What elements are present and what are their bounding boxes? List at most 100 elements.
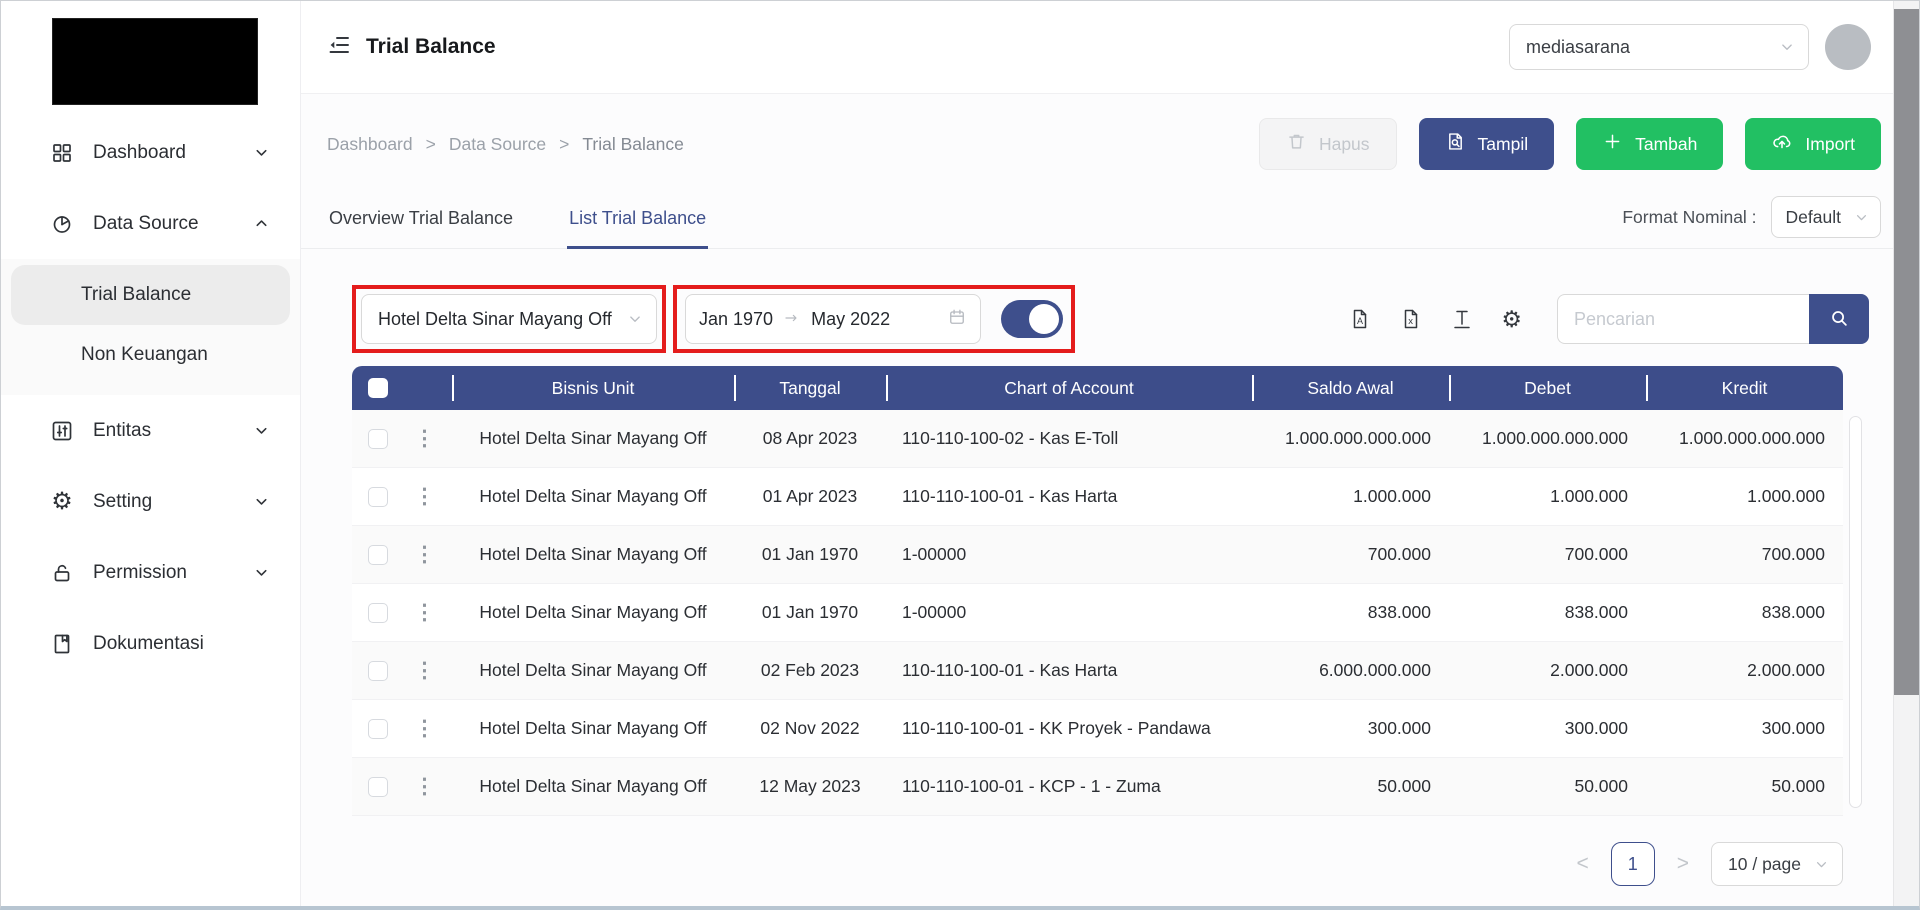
file-search-icon: [1445, 131, 1466, 157]
chevron-down-icon: [1813, 856, 1830, 873]
table-row: ⋮ Hotel Delta Sinar Mayang Off 08 Apr 20…: [352, 410, 1843, 468]
cell-tanggal: 01 Jan 1970: [761, 544, 859, 564]
pie-chart-icon: [49, 212, 75, 236]
sidebar-item-label: Entitas: [93, 419, 152, 441]
column-header-kredit: Kredit: [1646, 366, 1843, 410]
sidebar-item-non-keuangan[interactable]: Non Keuangan: [1, 325, 300, 385]
table-tools: A x ⚙: [1348, 294, 1869, 344]
cell-kredit: 50.000: [1771, 776, 1825, 796]
unlock-icon: [49, 561, 75, 585]
menu-fold-icon[interactable]: [327, 33, 351, 62]
sidebar-item-data-source[interactable]: Data Source: [1, 188, 300, 259]
trash-icon: [1286, 131, 1307, 157]
table-row: ⋮ Hotel Delta Sinar Mayang Off 02 Nov 20…: [352, 700, 1843, 758]
cell-chart-of-account: 110-110-100-01 - KCP - 1 - Zuma: [902, 776, 1161, 796]
row-menu-kebab-icon[interactable]: ⋮: [414, 426, 435, 451]
breadcrumb-dashboard[interactable]: Dashboard: [327, 134, 413, 155]
format-nominal-value: Default: [1785, 206, 1841, 227]
row-menu-kebab-icon[interactable]: ⋮: [414, 658, 435, 683]
sidebar-item-label: Trial Balance: [81, 284, 192, 305]
prev-page-arrow[interactable]: <: [1576, 852, 1588, 876]
sidebar-item-dokumentasi[interactable]: Dokumentasi: [1, 608, 300, 679]
chevron-up-icon: [253, 215, 270, 232]
cell-chart-of-account: 110-110-100-01 - Kas Harta: [902, 486, 1118, 506]
window-scrollbar-thumb[interactable]: [1894, 9, 1919, 695]
cell-chart-of-account: 110-110-100-01 - Kas Harta: [902, 660, 1118, 680]
cell-tanggal: 12 May 2023: [759, 776, 861, 796]
cell-kredit: 300.000: [1761, 718, 1825, 738]
select-all-checkbox[interactable]: [368, 378, 388, 398]
annotation-box-date-range: Jan 1970 May 2022: [673, 285, 1075, 353]
cell-kredit: 1.000.000: [1747, 486, 1825, 506]
column-header-bisnis-unit: Bisnis Unit: [452, 366, 734, 410]
workspace-select[interactable]: mediasarana: [1509, 24, 1809, 70]
tampil-button[interactable]: Tampil: [1418, 118, 1555, 170]
table-row: ⋮ Hotel Delta Sinar Mayang Off 01 Jan 19…: [352, 526, 1843, 584]
row-menu-kebab-icon[interactable]: ⋮: [414, 600, 435, 625]
range-arrow-icon: [783, 309, 801, 330]
export-excel-icon[interactable]: x: [1399, 307, 1423, 331]
business-unit-select[interactable]: Hotel Delta Sinar Mayang Off: [361, 294, 657, 344]
hapus-button-label: Hapus: [1318, 133, 1370, 154]
trial-balance-table: Bisnis Unit Tanggal Chart of Account Sal…: [352, 366, 1862, 816]
page-title: Trial Balance: [366, 35, 496, 58]
import-button-label: Import: [1805, 133, 1855, 154]
cell-saldo-awal: 700.000: [1367, 544, 1431, 564]
table-scrollbar[interactable]: [1849, 416, 1862, 808]
table-row: ⋮ Hotel Delta Sinar Mayang Off 01 Apr 20…: [352, 468, 1843, 526]
hapus-button[interactable]: Hapus: [1258, 118, 1397, 170]
workspace-select-value: mediasarana: [1526, 36, 1631, 57]
tab-list-trial-balance[interactable]: List Trial Balance: [567, 208, 709, 249]
page-size-select[interactable]: 10 / page: [1711, 842, 1843, 886]
cell-bisnis-unit: Hotel Delta Sinar Mayang Off: [479, 776, 707, 796]
cell-saldo-awal: 300.000: [1367, 718, 1431, 738]
sidebar-item-permission[interactable]: Permission: [1, 537, 300, 608]
search-button[interactable]: [1809, 294, 1869, 344]
cell-bisnis-unit: Hotel Delta Sinar Mayang Off: [479, 486, 707, 506]
row-menu-kebab-icon[interactable]: ⋮: [414, 716, 435, 741]
topbar: Trial Balance mediasarana: [301, 1, 1919, 94]
date-range-picker[interactable]: Jan 1970 May 2022: [685, 294, 981, 344]
cell-tanggal: 08 Apr 2023: [762, 428, 858, 448]
avatar[interactable]: [1825, 24, 1871, 70]
tab-overview-trial-balance[interactable]: Overview Trial Balance: [327, 208, 515, 249]
sidebar-item-label: Dokumentasi: [93, 632, 204, 654]
row-checkbox[interactable]: [368, 486, 388, 507]
svg-text:A: A: [1357, 316, 1363, 326]
breadcrumb-trial-balance: Trial Balance: [582, 133, 684, 154]
next-page-arrow[interactable]: >: [1677, 852, 1689, 876]
sidebar-item-trial-balance[interactable]: Trial Balance: [11, 265, 290, 325]
tambah-button[interactable]: Tambah: [1576, 118, 1724, 170]
row-checkbox[interactable]: [368, 776, 388, 797]
row-menu-kebab-icon[interactable]: ⋮: [414, 484, 435, 509]
row-checkbox[interactable]: [368, 428, 388, 449]
page-number-button[interactable]: 1: [1610, 842, 1655, 886]
row-menu-kebab-icon[interactable]: ⋮: [414, 774, 435, 799]
plus-icon: [1602, 131, 1623, 157]
sidebar-item-dashboard[interactable]: Dashboard: [1, 117, 300, 188]
row-checkbox[interactable]: [368, 718, 388, 739]
breadcrumb-data-source[interactable]: Data Source: [449, 134, 546, 155]
cell-bisnis-unit: Hotel Delta Sinar Mayang Off: [479, 660, 707, 680]
table-settings-gear-icon[interactable]: ⚙: [1501, 307, 1522, 331]
topbar-right: mediasarana: [1509, 24, 1871, 70]
import-button[interactable]: Import: [1745, 118, 1881, 170]
search-input[interactable]: [1557, 294, 1809, 344]
export-pdf-icon[interactable]: A: [1348, 307, 1372, 331]
row-checkbox[interactable]: [368, 544, 388, 565]
toggle-switch[interactable]: [1001, 300, 1063, 338]
chevron-down-icon: [253, 564, 270, 581]
sidebar-item-entitas[interactable]: Entitas: [1, 395, 300, 466]
svg-text:x: x: [1409, 316, 1414, 327]
column-height-icon[interactable]: [1450, 307, 1474, 331]
row-checkbox[interactable]: [368, 660, 388, 681]
row-menu-kebab-icon[interactable]: ⋮: [414, 542, 435, 567]
cell-debet: 1.000.000.000.000: [1482, 428, 1628, 448]
format-nominal: Format Nominal : Default: [1622, 196, 1881, 248]
sidebar-item-setting[interactable]: ⚙ Setting: [1, 466, 300, 537]
row-checkbox[interactable]: [368, 602, 388, 623]
column-header-debet: Debet: [1449, 366, 1646, 410]
window-scrollbar[interactable]: [1893, 1, 1919, 906]
format-nominal-select[interactable]: Default: [1770, 196, 1881, 238]
breadcrumb-separator: >: [425, 133, 436, 154]
